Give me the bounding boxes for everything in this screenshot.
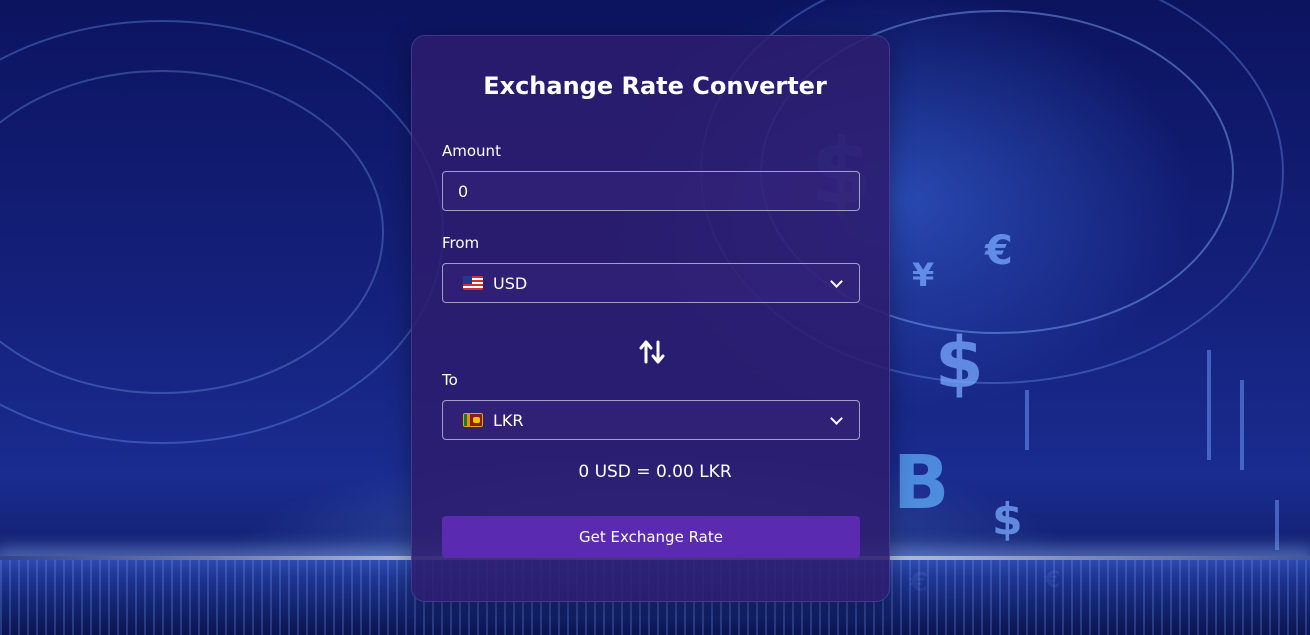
us-flag-icon [463,276,483,290]
to-label: To [442,371,458,389]
background-bar [1025,390,1029,450]
get-exchange-rate-button[interactable]: Get Exchange Rate [442,516,860,558]
page-title: Exchange Rate Converter [483,72,827,100]
dollar-symbol: $ [992,494,1023,545]
background-bar [1275,500,1279,550]
amount-label: Amount [442,142,501,160]
dollar-symbol: $ [935,322,984,404]
yen-symbol: ¥ [912,256,935,294]
euro-symbol: € [985,228,1013,274]
amount-input[interactable] [442,171,860,211]
background-bar [1207,350,1211,460]
chevron-down-icon [830,275,843,288]
from-currency-value: USD [493,273,528,293]
to-currency-select[interactable]: LKR [442,400,860,440]
chevron-down-icon [830,412,843,425]
from-currency-select[interactable]: USD [442,263,860,303]
swap-arrows-icon[interactable] [638,338,666,366]
conversion-result: 0 USD = 0.00 LKR [578,462,732,482]
to-currency-value: LKR [493,410,524,430]
lk-flag-icon [463,413,483,427]
background-bar [1240,380,1244,470]
from-label: From [442,234,480,252]
bitcoin-symbol: B [893,440,950,526]
